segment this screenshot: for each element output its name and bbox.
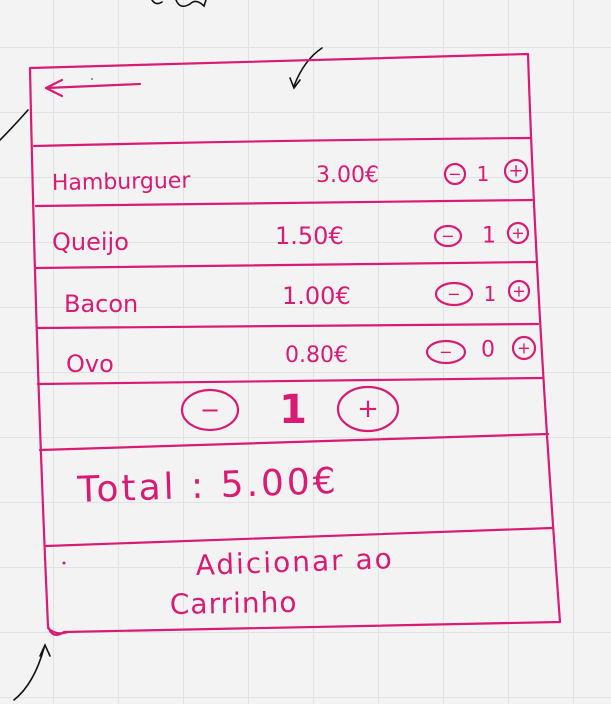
annotation-arrow-top — [289, 47, 323, 90]
cart-button-line2: Carrinho — [170, 586, 298, 621]
item-name: Ovo — [66, 350, 114, 378]
quantity-minus-button[interactable]: − — [180, 388, 240, 432]
plus-button[interactable]: + — [511, 335, 537, 361]
plus-glyph: + — [508, 161, 523, 182]
annotation-line-left — [0, 109, 29, 141]
item-price: 1.50€ — [275, 222, 344, 250]
minus-button[interactable]: − — [425, 339, 467, 365]
row-divider-2 — [34, 260, 538, 270]
row-divider-1 — [34, 198, 534, 208]
minus-button[interactable]: − — [443, 162, 467, 186]
item-quantity: 0 — [481, 338, 495, 363]
list-item: Bacon 1.00€ − 1 + — [64, 279, 531, 318]
row-divider-6 — [44, 526, 554, 548]
plus-glyph: + — [511, 224, 524, 243]
item-price: 0.80€ — [285, 343, 348, 368]
plus-glyph: + — [512, 282, 525, 301]
item-quantity: 1 — [484, 282, 497, 306]
plus-button[interactable]: + — [506, 221, 530, 245]
row-divider-4 — [36, 376, 544, 386]
row-divider-5 — [38, 432, 550, 452]
list-item: Queijo 1.50€ − 1 + — [52, 221, 530, 256]
wireframe-canvas: Hamburguer 3.00€ − 1 + Queijo 1.50€ − 1 … — [0, 0, 562, 701]
list-item: Hamburguer 3.00€ − 1 + — [52, 158, 529, 196]
minus-button[interactable]: − — [434, 281, 474, 307]
item-quantity: 1 — [477, 162, 490, 186]
total-label: Total : 5.00€ — [76, 461, 339, 511]
item-name: Bacon — [64, 290, 138, 318]
quantity-value: 1 — [279, 387, 307, 433]
item-name: Queijo — [52, 228, 129, 256]
item-quantity: 1 — [482, 224, 496, 249]
quantity-minus-glyph: − — [200, 396, 220, 424]
add-to-cart-button[interactable]: Adicionar ao Carrinho — [62, 542, 395, 621]
item-name: Hamburguer — [52, 169, 192, 196]
header-divider — [32, 136, 532, 148]
row-divider-3 — [36, 322, 540, 330]
cart-button-dot — [62, 561, 66, 565]
minus-glyph: − — [441, 227, 454, 246]
cut-off-heading-scribble — [151, 0, 207, 8]
cart-button-line1: Adicionar ao — [195, 542, 394, 582]
minus-glyph: − — [439, 343, 452, 362]
item-price: 1.00€ — [282, 282, 351, 310]
minus-button[interactable]: − — [433, 224, 463, 248]
minus-glyph: − — [447, 285, 460, 304]
quantity-plus-button[interactable]: + — [336, 385, 400, 433]
quantity-plus-glyph: + — [357, 394, 379, 424]
plus-glyph: + — [517, 339, 530, 358]
list-item: Ovo 0.80€ − 0 + — [66, 335, 537, 378]
minus-glyph: − — [448, 165, 461, 184]
item-price: 3.00€ — [316, 163, 379, 188]
back-arrow-icon[interactable] — [44, 78, 142, 98]
header-speck — [91, 78, 93, 80]
quantity-stepper: − 1 + — [180, 385, 400, 433]
plus-button[interactable]: + — [507, 279, 531, 303]
plus-button[interactable]: + — [503, 158, 529, 184]
annotation-arrow-bottom — [13, 643, 51, 701]
